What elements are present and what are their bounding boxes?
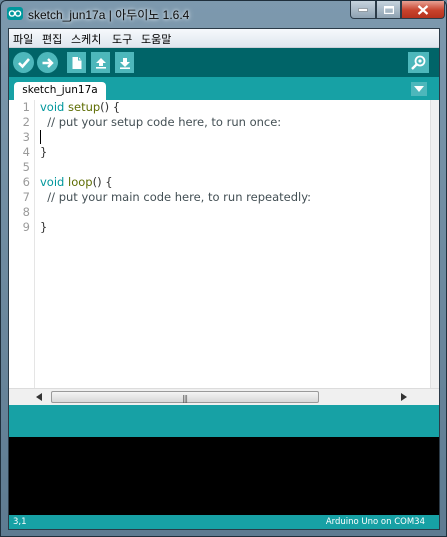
tab-menu-button[interactable] (411, 82, 427, 96)
serial-monitor-button[interactable] (408, 52, 429, 73)
cursor-position: 3,1 (13, 517, 27, 527)
line-number: 7 (22, 190, 30, 204)
text-caret (40, 130, 41, 144)
verify-icon (17, 57, 30, 68)
minimize-button[interactable] (350, 1, 376, 19)
title-bar[interactable]: sketch_jun17a | 아두이노 1.6.4 (1, 1, 446, 27)
new-button[interactable] (67, 52, 86, 73)
line-number: 8 (22, 205, 30, 219)
code-line: // put your setup code here, to run once… (40, 115, 282, 129)
line-number: 6 (22, 175, 30, 189)
close-button[interactable] (401, 1, 445, 19)
line-number: 2 (22, 115, 30, 129)
code-line: void loop() { (40, 175, 113, 190)
code-text: () { (92, 175, 113, 189)
horizontal-scrollbar[interactable]: ||| (9, 388, 439, 405)
verify-button[interactable] (13, 52, 34, 73)
grip-icon: ||| (182, 394, 188, 403)
menu-help[interactable]: 도움말 (141, 31, 171, 47)
minimize-icon (358, 8, 368, 11)
code-line: } (40, 145, 48, 159)
window-title: sketch_jun17a | 아두이노 1.6.4 (28, 8, 190, 22)
code-line: void setup() { (40, 100, 120, 115)
tab-bar: sketch_jun17a (9, 77, 439, 100)
open-button[interactable] (91, 52, 110, 73)
scrollbar-thumb[interactable]: ||| (51, 391, 319, 403)
code-function: loop (68, 175, 93, 189)
open-icon (95, 57, 106, 69)
menu-file[interactable]: 파일 (13, 31, 33, 47)
code-keyword: void (40, 175, 65, 189)
line-number: 4 (22, 145, 30, 159)
upload-icon (42, 57, 54, 68)
menu-edit[interactable]: 편집 (42, 31, 62, 47)
save-icon (119, 57, 130, 69)
code-keyword: void (40, 100, 65, 114)
scroll-left-icon[interactable] (36, 393, 42, 401)
line-number: 3 (22, 130, 30, 144)
status-bar: 3,1 Arduino Uno on COM34 (9, 515, 439, 529)
new-icon (72, 56, 81, 69)
tab-sketch[interactable]: sketch_jun17a (14, 82, 106, 100)
maximize-icon (383, 5, 394, 14)
line-number: 9 (22, 220, 30, 234)
menu-sketch[interactable]: 스케치 (71, 31, 101, 47)
menu-bar: 파일 편집 스케치 도구 도움말 (9, 29, 439, 48)
console-output[interactable] (9, 437, 439, 515)
code-editor[interactable]: 1 2 3 4 5 6 7 8 9 void setup() { // put … (9, 100, 439, 388)
line-number-gutter: 1 2 3 4 5 6 7 8 9 (9, 100, 35, 388)
close-icon (417, 4, 429, 15)
code-line: // put your main code here, to run repea… (40, 190, 312, 204)
toolbar (9, 48, 439, 77)
client-area: 파일 편집 스케치 도구 도움말 sketch_jun17a 1 2 3 4 5… (8, 28, 440, 530)
code-line: } (40, 220, 48, 234)
upload-button[interactable] (37, 52, 58, 73)
menu-tools[interactable]: 도구 (112, 31, 132, 47)
line-number: 5 (22, 160, 30, 174)
vertical-scrollbar[interactable] (430, 100, 439, 388)
board-port-label: Arduino Uno on COM34 (325, 517, 425, 527)
chevron-down-icon (414, 86, 424, 92)
message-area (9, 405, 439, 437)
app-window: sketch_jun17a | 아두이노 1.6.4 파일 편집 스케치 도구 … (0, 0, 447, 537)
code-text: () { (100, 100, 121, 114)
serial-monitor-icon (411, 55, 426, 70)
save-button[interactable] (115, 52, 134, 73)
code-function: setup (68, 100, 101, 114)
arduino-logo-icon (7, 7, 23, 20)
scroll-right-icon[interactable] (401, 393, 407, 401)
line-number: 1 (22, 100, 30, 114)
maximize-button[interactable] (376, 1, 401, 19)
